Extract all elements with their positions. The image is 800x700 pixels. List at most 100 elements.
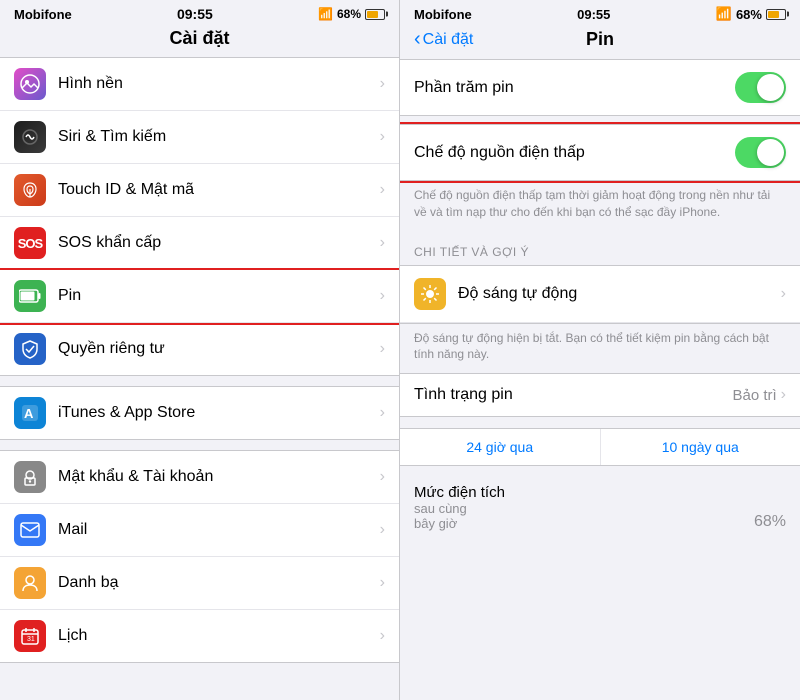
muc-dien-tich-title-group: Mức điện tích sau cùng bây giờ bbox=[414, 484, 505, 531]
touchid-label: Touch ID & Mật mã bbox=[58, 181, 380, 199]
sidebar-item-siri[interactable]: Siri & Tìm kiếm › bbox=[0, 111, 399, 164]
right-battery-pct: 68% bbox=[736, 7, 762, 22]
chevron-icon: › bbox=[380, 521, 385, 539]
right-nav-bar: ‹ Cài đặt Pin bbox=[400, 26, 800, 59]
tab-10d[interactable]: 10 ngày qua bbox=[601, 429, 800, 465]
muc-dien-tich-row: Mức điện tích sau cùng bây giờ 68% bbox=[414, 484, 786, 531]
contacts-label: Danh bạ bbox=[58, 574, 380, 592]
wifi-icon: 📶 bbox=[318, 7, 333, 21]
right-status-bar: Mobifone 09:55 📶 68% bbox=[400, 0, 800, 26]
sidebar-item-wallpaper[interactable]: Hình nền › bbox=[0, 58, 399, 111]
chevron-icon: › bbox=[380, 468, 385, 486]
do-sang-section: Độ sáng tự động › bbox=[400, 265, 800, 324]
right-panel: Mobifone 09:55 📶 68% ‹ Cài đặt Pin Phần … bbox=[400, 0, 800, 700]
tab-24h[interactable]: 24 giờ qua bbox=[400, 429, 601, 465]
tinh-trang-right: Bảo trì › bbox=[732, 386, 786, 404]
do-sang-row[interactable]: Độ sáng tự động › bbox=[400, 266, 800, 323]
left-carrier: Mobifone bbox=[14, 7, 72, 22]
sidebar-item-calendar[interactable]: 31 Lịch › bbox=[0, 610, 399, 662]
che-do-label: Chế độ nguồn điện thấp bbox=[414, 144, 735, 162]
contacts-icon bbox=[14, 567, 46, 599]
mail-label: Mail bbox=[58, 521, 380, 539]
sidebar-item-touchid[interactable]: Touch ID & Mật mã › bbox=[0, 164, 399, 217]
sos-icon: SOS bbox=[14, 227, 46, 259]
sau-cung-label: sau cùng bbox=[414, 501, 505, 516]
back-label: Cài đặt bbox=[423, 31, 474, 49]
right-status-right: 📶 68% bbox=[716, 6, 786, 22]
calendar-icon: 31 bbox=[14, 620, 46, 652]
che-do-row: Chế độ nguồn điện thấp bbox=[400, 125, 800, 180]
settings-group-1: Hình nền › Siri & Tìm kiếm › bbox=[0, 57, 399, 376]
svg-text:31: 31 bbox=[27, 636, 35, 643]
chevron-icon: › bbox=[380, 234, 385, 252]
right-time: 09:55 bbox=[577, 7, 610, 22]
privacy-icon bbox=[14, 333, 46, 365]
bao-tri-value: Bảo trì bbox=[732, 387, 776, 404]
back-arrow-icon: ‹ bbox=[414, 28, 421, 51]
calendar-label: Lịch bbox=[58, 627, 380, 645]
battery-menu-icon bbox=[14, 280, 46, 312]
che-do-section: Chế độ nguồn điện thấp bbox=[400, 124, 800, 181]
sidebar-item-itunes[interactable]: A iTunes & App Store › bbox=[0, 387, 399, 439]
chevron-icon: › bbox=[380, 574, 385, 592]
sidebar-item-sos[interactable]: SOS SOS khẩn cấp › bbox=[0, 217, 399, 270]
sidebar-item-battery[interactable]: Pin › bbox=[0, 270, 399, 323]
left-page-title: Cài đặt bbox=[0, 26, 399, 57]
settings-group-3: Mật khẩu & Tài khoản › Mail › bbox=[0, 450, 399, 663]
chevron-icon: › bbox=[380, 340, 385, 358]
battery-label: Pin bbox=[58, 287, 380, 305]
chevron-icon: › bbox=[380, 287, 385, 305]
pct-value: 68% bbox=[754, 513, 786, 531]
left-time: 09:55 bbox=[177, 6, 213, 22]
do-sang-desc: Độ sáng tự động hiện bị tắt. Bạn có thể … bbox=[400, 324, 800, 374]
chevron-icon: › bbox=[380, 181, 385, 199]
sidebar-item-contacts[interactable]: Danh bạ › bbox=[0, 557, 399, 610]
chevron-icon: › bbox=[380, 75, 385, 93]
left-battery-pct: 68% bbox=[337, 7, 361, 21]
touchid-icon bbox=[14, 174, 46, 206]
siri-icon bbox=[14, 121, 46, 153]
right-carrier: Mobifone bbox=[414, 7, 472, 22]
phan-tram-row: Phần trăm pin bbox=[400, 60, 800, 115]
sidebar-item-mail[interactable]: Mail › bbox=[0, 504, 399, 557]
che-do-desc: Chế độ nguồn điện thấp tạm thời giảm hoạ… bbox=[400, 181, 800, 231]
chevron-icon: › bbox=[781, 285, 786, 303]
do-sang-label: Độ sáng tự động bbox=[458, 285, 781, 303]
privacy-label: Quyền riêng tư bbox=[58, 340, 380, 358]
password-icon bbox=[14, 461, 46, 493]
chi-tiet-header: CHI TIẾT VÀ GỢI Ý bbox=[400, 231, 800, 265]
left-status-right: 📶 68% bbox=[318, 7, 385, 21]
tinh-trang-label: Tình trạng pin bbox=[414, 386, 732, 404]
left-panel: Mobifone 09:55 📶 68% Cài đặt Hình nền › bbox=[0, 0, 400, 700]
wallpaper-label: Hình nền bbox=[58, 75, 380, 93]
muc-dien-tich-title: Mức điện tích bbox=[414, 484, 505, 501]
svg-text:A: A bbox=[24, 406, 34, 421]
right-battery-icon bbox=[766, 9, 786, 20]
right-content: Phần trăm pin Chế độ nguồn điện thấp Chế… bbox=[400, 59, 800, 700]
back-button[interactable]: ‹ Cài đặt bbox=[414, 28, 473, 51]
mail-icon bbox=[14, 514, 46, 546]
tinh-trang-row[interactable]: Tình trạng pin Bảo trì › bbox=[400, 373, 800, 417]
wallpaper-icon bbox=[14, 68, 46, 100]
chevron-icon: › bbox=[380, 627, 385, 645]
spacer-1 bbox=[400, 116, 800, 124]
phan-tram-section: Phần trăm pin bbox=[400, 59, 800, 116]
siri-label: Siri & Tìm kiếm bbox=[58, 128, 380, 146]
phan-tram-toggle[interactable] bbox=[735, 72, 786, 103]
che-do-toggle[interactable] bbox=[735, 137, 786, 168]
bay-gio-label: bây giờ bbox=[414, 516, 505, 531]
phan-tram-label: Phần trăm pin bbox=[414, 79, 735, 97]
password-label: Mật khẩu & Tài khoản bbox=[58, 468, 380, 486]
battery-icon bbox=[365, 9, 385, 20]
chevron-icon: › bbox=[380, 404, 385, 422]
chevron-icon: › bbox=[781, 386, 786, 404]
do-sang-icon bbox=[414, 278, 446, 310]
right-page-title: Pin bbox=[586, 29, 614, 50]
sos-label: SOS khẩn cấp bbox=[58, 234, 380, 252]
chevron-icon: › bbox=[380, 128, 385, 146]
muc-dien-tich-container: Mức điện tích sau cùng bây giờ 68% bbox=[400, 472, 800, 531]
sidebar-item-password[interactable]: Mật khẩu & Tài khoản › bbox=[0, 451, 399, 504]
settings-group-2: A iTunes & App Store › bbox=[0, 386, 399, 440]
sidebar-item-privacy[interactable]: Quyền riêng tư › bbox=[0, 323, 399, 375]
settings-list: Hình nền › Siri & Tìm kiếm › bbox=[0, 57, 399, 700]
